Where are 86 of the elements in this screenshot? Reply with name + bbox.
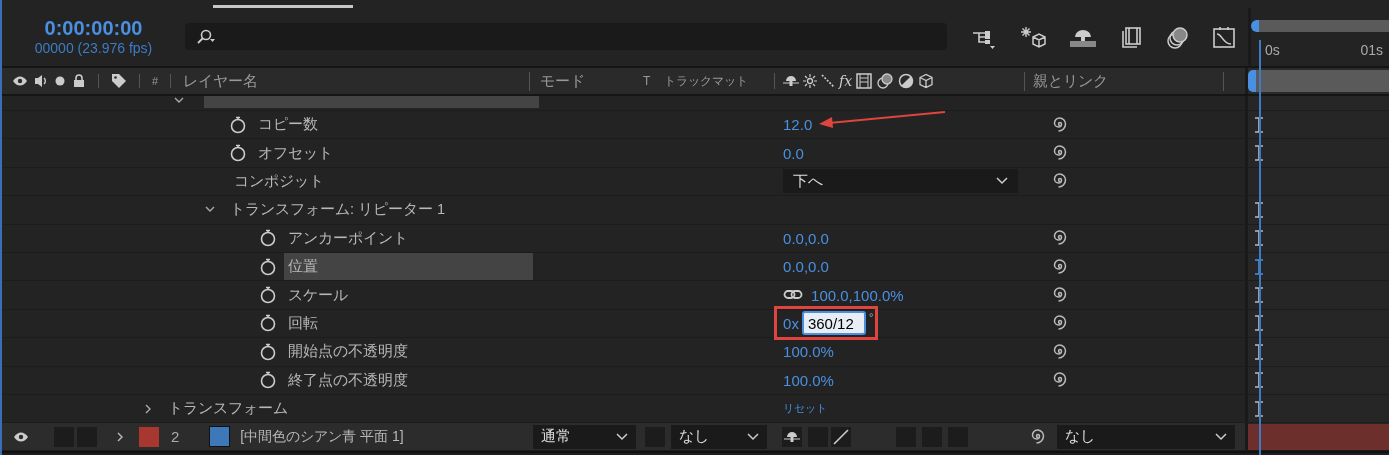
- eye-icon[interactable]: [12, 75, 28, 87]
- property-value[interactable]: 0.0,0.0: [783, 258, 829, 276]
- eye-icon[interactable]: [12, 430, 30, 443]
- circles-icon[interactable]: [876, 73, 895, 89]
- frame-info: 00000 (23.976 fps): [34, 40, 153, 56]
- time-tick: 01s: [1360, 42, 1383, 58]
- property-label[interactable]: 回転: [284, 309, 322, 337]
- chevron-right-icon[interactable]: [115, 430, 125, 443]
- reset-link[interactable]: リセット: [782, 401, 827, 417]
- search-field[interactable]: [185, 23, 947, 50]
- stopwatch-icon[interactable]: [260, 371, 276, 390]
- group-label[interactable]: トランスフォーム: [164, 395, 292, 423]
- shy-icon[interactable]: [783, 74, 799, 88]
- adjustment-icon[interactable]: [898, 73, 915, 89]
- parent-dropdown[interactable]: なし: [1056, 424, 1235, 449]
- keyframe-marker-icon[interactable]: [1254, 287, 1265, 304]
- keyframe-marker-icon[interactable]: [1254, 230, 1265, 247]
- chevron-down-icon: [616, 432, 629, 441]
- solo-dot-icon[interactable]: [54, 75, 66, 87]
- stopwatch-icon[interactable]: [260, 286, 276, 305]
- graph-editor-icon[interactable]: [1211, 25, 1237, 51]
- label-color-swatch[interactable]: [139, 426, 159, 447]
- search-icon: [195, 28, 217, 45]
- keyframe-marker-icon[interactable]: [1254, 400, 1265, 417]
- quality-slash-icon[interactable]: [830, 426, 851, 447]
- group-label[interactable]: トランスフォーム: リピーター 1: [226, 196, 450, 224]
- column-header[interactable]: 親とリンク: [1033, 71, 1108, 89]
- keyframe-marker-icon[interactable]: [1254, 372, 1265, 389]
- lock-icon[interactable]: [72, 74, 86, 88]
- tag-icon[interactable]: [111, 73, 127, 89]
- frames-icon[interactable]: [1119, 26, 1143, 50]
- shy-icon[interactable]: [781, 426, 802, 447]
- column-header[interactable]: レイヤー名: [183, 71, 259, 91]
- motion-blur-icon[interactable]: [821, 74, 835, 88]
- composite-dropdown[interactable]: 下へ: [783, 169, 1019, 194]
- property-value[interactable]: 12.0: [783, 116, 813, 134]
- value-input-field[interactable]: 360/12: [801, 311, 866, 336]
- effects-switch-header[interactable]: fx: [839, 73, 853, 89]
- property-label[interactable]: スケール: [284, 281, 352, 309]
- column-header[interactable]: T: [643, 74, 651, 88]
- keyframe-marker-icon[interactable]: [1254, 201, 1265, 218]
- stopwatch-icon[interactable]: [260, 314, 276, 333]
- chevron-down-icon: [747, 432, 760, 441]
- time-tick: 0s: [1265, 42, 1280, 58]
- property-label[interactable]: 開始点の不透明度: [284, 338, 412, 366]
- circles-icon[interactable]: [1165, 26, 1189, 50]
- property-value[interactable]: 0.0,0.0: [783, 229, 829, 247]
- chevron-down-icon: [1214, 432, 1227, 441]
- stopwatch-icon[interactable]: [260, 257, 276, 276]
- column-header[interactable]: トラックマット: [664, 72, 749, 90]
- keyframe-marker-icon[interactable]: [1254, 145, 1265, 162]
- track-matte-dropdown[interactable]: なし: [671, 424, 768, 449]
- property-value[interactable]: 0.0: [783, 144, 804, 162]
- layer-name[interactable]: [中間色のシアン青 平面 1]: [240, 427, 404, 446]
- property-value[interactable]: 100.0%: [783, 343, 834, 361]
- stopwatch-icon[interactable]: [260, 342, 276, 361]
- timecode[interactable]: 0:00:00:00: [44, 16, 143, 40]
- property-label[interactable]: コンポジット: [230, 167, 328, 195]
- degree-unit: °: [868, 311, 874, 324]
- shy-icon[interactable]: [1069, 27, 1097, 49]
- keyframe-marker-icon[interactable]: [1254, 343, 1265, 360]
- property-label[interactable]: アンカーポイント: [284, 224, 412, 252]
- keyframe-marker-icon[interactable]: [1254, 315, 1265, 332]
- mode-dropdown[interactable]: 通常: [533, 424, 637, 449]
- cube-icon[interactable]: [918, 73, 935, 89]
- property-label[interactable]: 位置: [284, 253, 533, 281]
- stopwatch-icon[interactable]: [260, 229, 276, 248]
- revolutions-value[interactable]: 0x: [783, 314, 799, 332]
- number-column-header: #: [152, 75, 159, 87]
- property-label[interactable]: 終了点の不透明度: [284, 366, 412, 394]
- sparkle-cube-icon[interactable]: [1019, 25, 1047, 51]
- keyframe-marker-icon[interactable]: [1254, 258, 1265, 275]
- layer-number: 2: [171, 428, 180, 446]
- column-header[interactable]: モード: [540, 71, 585, 91]
- property-label[interactable]: コピー数: [254, 111, 322, 139]
- sun-icon[interactable]: [803, 74, 817, 88]
- frames-icon[interactable]: [856, 73, 873, 89]
- stopwatch-icon[interactable]: [230, 144, 246, 163]
- chevron-down-icon: [996, 177, 1009, 186]
- property-label[interactable]: オフセット: [254, 139, 337, 167]
- property-value[interactable]: 100.0,100.0%: [811, 286, 904, 304]
- speaker-icon[interactable]: [34, 74, 48, 88]
- chevron-down-icon[interactable]: [174, 97, 184, 105]
- stopwatch-icon[interactable]: [230, 115, 246, 134]
- keyframe-marker-icon[interactable]: [1254, 116, 1265, 133]
- property-value[interactable]: 100.0%: [783, 371, 834, 389]
